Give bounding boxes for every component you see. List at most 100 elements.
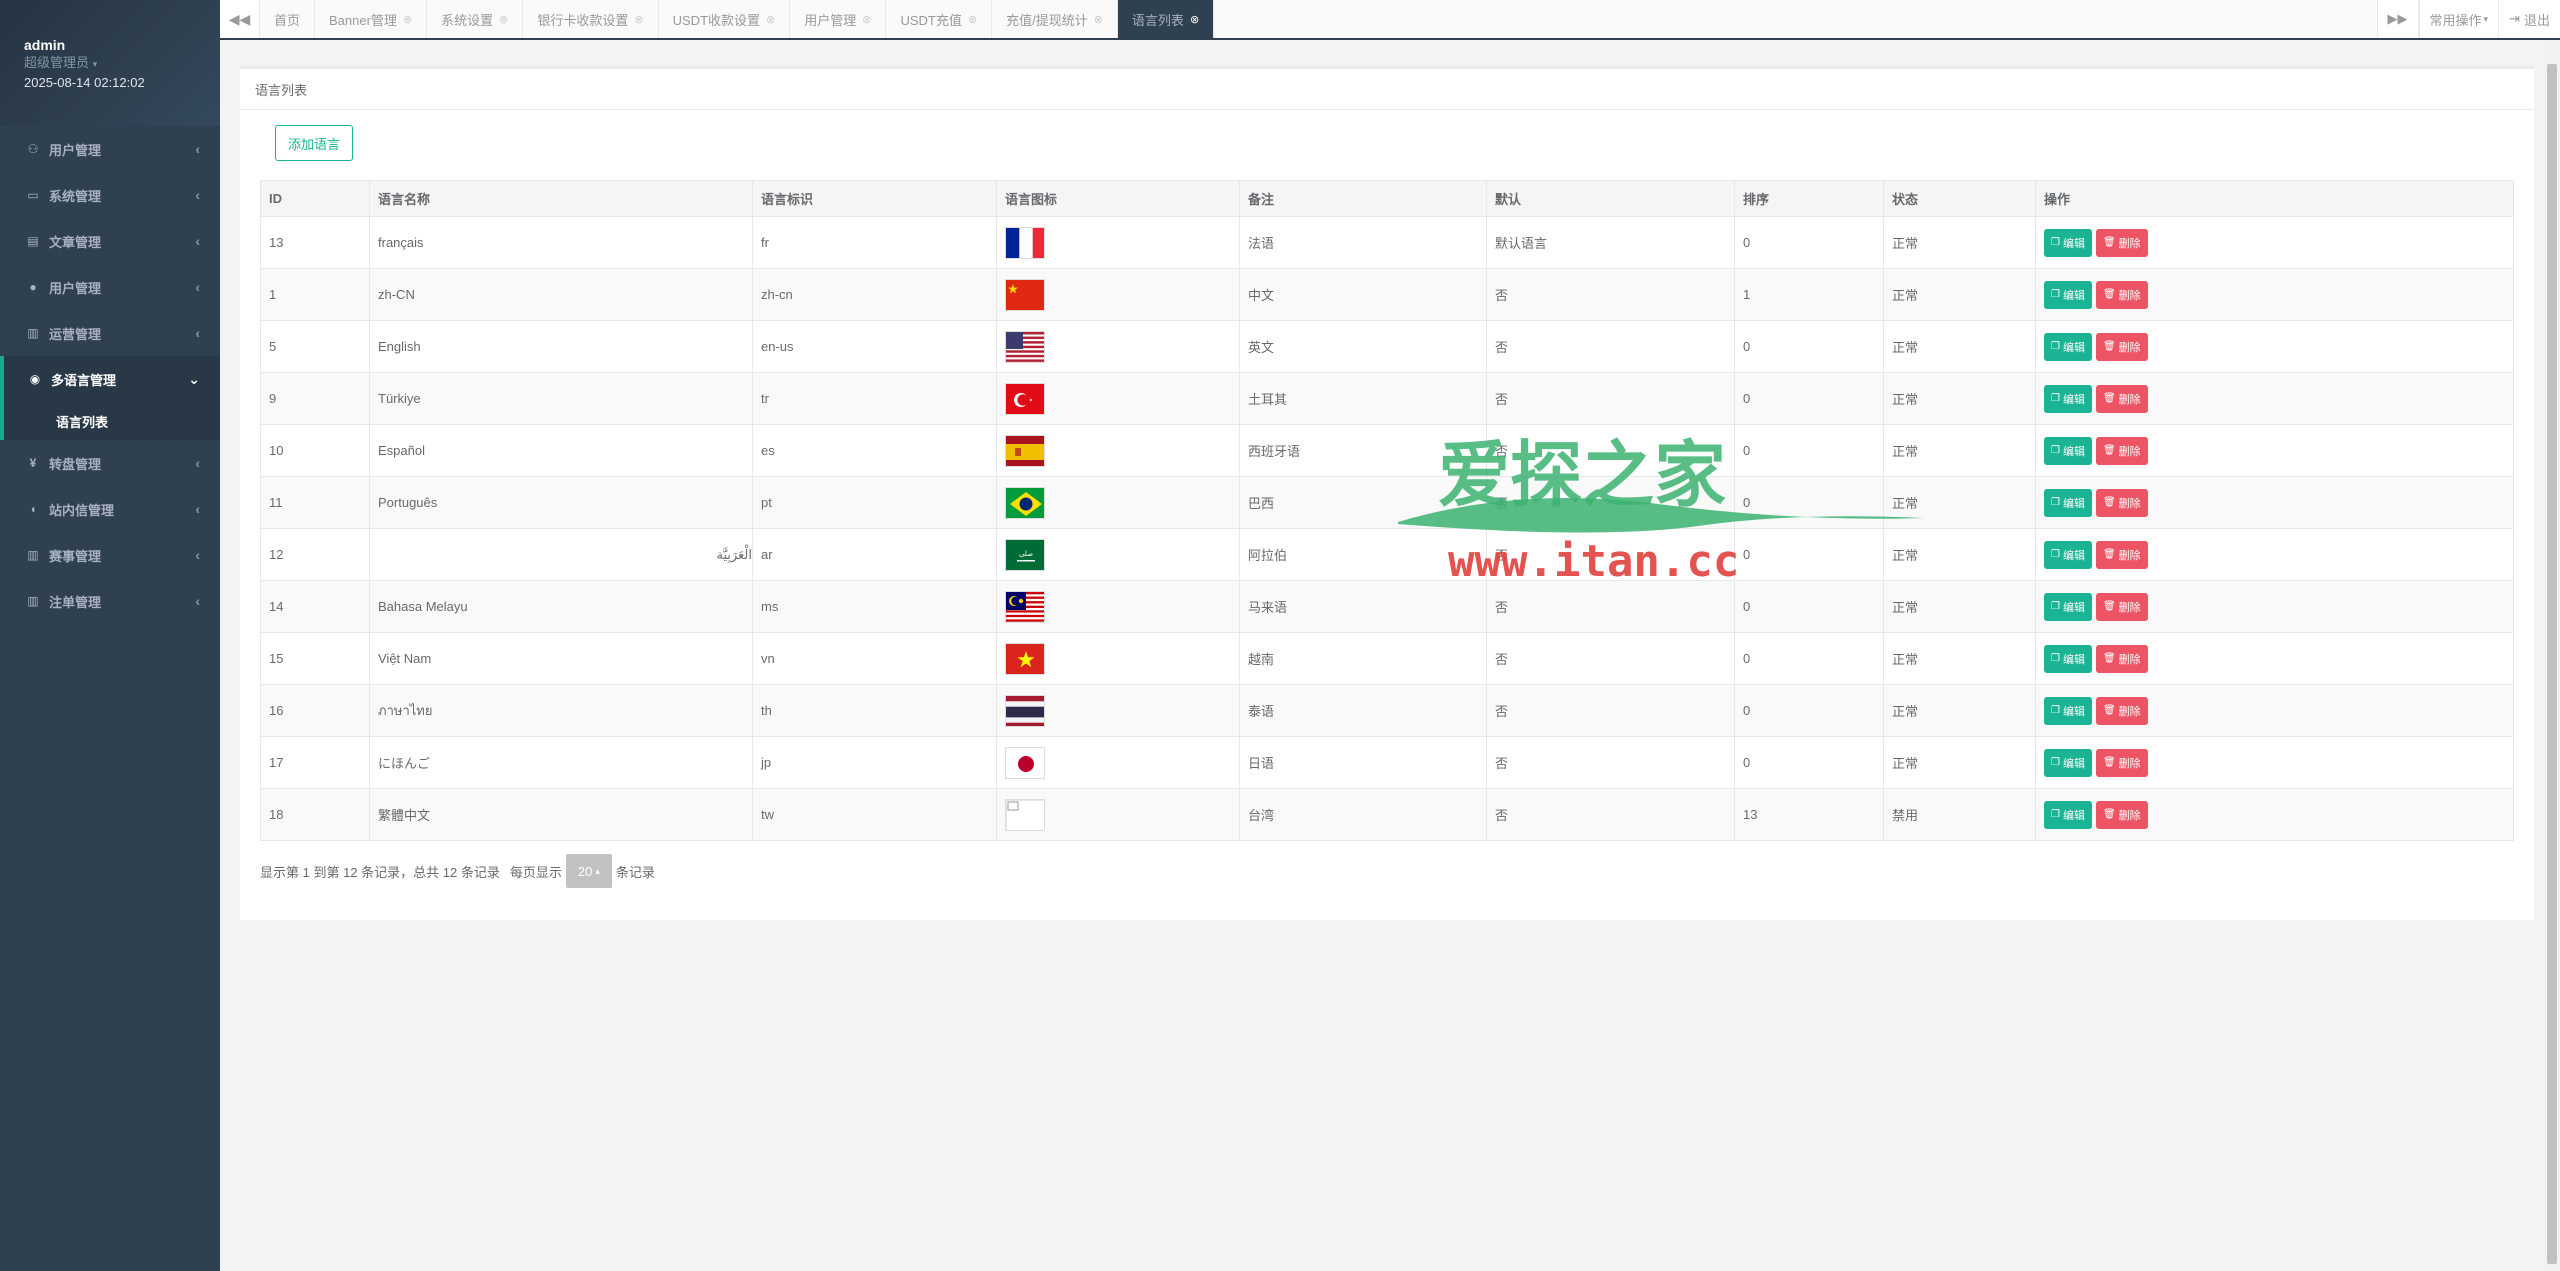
edit-button[interactable]: ❐ 编辑 <box>2044 280 2092 309</box>
flag-cell <box>996 268 1240 321</box>
cell-note: 西班牙语 <box>1239 424 1487 477</box>
flag-cell <box>996 372 1240 425</box>
page-tab[interactable]: 银行卡收款设置 ⊗ <box>523 0 659 38</box>
vn-flag-icon <box>1005 642 1045 675</box>
edit-button[interactable]: ❐ 编辑 <box>2044 332 2092 361</box>
logout-button[interactable]: ⇥ 退出 <box>2498 0 2560 38</box>
page-tab[interactable]: 语言列表 ⊗ <box>1117 0 1215 38</box>
delete-button[interactable]: 🗑 删除 <box>2095 488 2148 517</box>
delete-button[interactable]: 🗑 删除 <box>2095 800 2148 829</box>
delete-button[interactable]: 🗑 删除 <box>2095 384 2148 413</box>
cell-sort: 1 <box>1734 268 1884 321</box>
page-size-dropdown[interactable]: 20 ▴ <box>565 854 612 888</box>
tabs-scroll-right-button[interactable]: ▶▶ <box>2376 0 2419 38</box>
cell-actions: ❐ 编辑 🗑 删除 <box>2035 632 2514 685</box>
edit-button[interactable]: ❐ 编辑 <box>2044 696 2092 725</box>
edit-label: 编辑 <box>2062 601 2085 614</box>
cell-name: français <box>369 216 753 269</box>
page-tab[interactable]: 充值/提现统计 ⊗ <box>992 0 1118 38</box>
cell-id: 10 <box>260 424 370 477</box>
edit-button[interactable]: ❐ 编辑 <box>2044 228 2092 257</box>
delete-button[interactable]: 🗑 删除 <box>2095 540 2148 569</box>
sidebar-item[interactable]: ▥ 运营管理 ‹ <box>0 310 220 356</box>
edit-button[interactable]: ❐ 编辑 <box>2044 540 2092 569</box>
sidebar-subitem[interactable]: 语言列表 <box>4 402 220 440</box>
sidebar-item[interactable]: ⚇ 用户管理 ‹ <box>0 126 220 172</box>
edit-button[interactable]: ❐ 编辑 <box>2044 748 2092 777</box>
trash-icon: 🗑 <box>2102 237 2116 248</box>
add-language-button[interactable]: 添加语言 <box>275 125 354 161</box>
page-tab[interactable]: USDT收款设置 ⊗ <box>659 0 791 38</box>
close-circle-icon[interactable]: ⊗ <box>1190 13 1199 26</box>
sidebar-item[interactable]: ● 用户管理 ‹ <box>0 264 220 310</box>
page-scrollbar[interactable] <box>2544 40 2560 1271</box>
profile-role-dropdown[interactable]: 超级管理员 ▾ <box>24 54 196 73</box>
delete-label: 删除 <box>2118 393 2141 406</box>
forward-icon: ▶▶ <box>2387 11 2408 26</box>
delete-button[interactable]: 🗑 删除 <box>2095 280 2148 309</box>
cell-id: 14 <box>260 580 370 633</box>
sidebar-item-label: 多语言管理 <box>51 372 117 388</box>
sidebar-item[interactable]: ¥ 转盘管理 ‹ <box>0 440 220 486</box>
sidebar-item[interactable]: ▭ 系统管理 ‹ <box>0 172 220 218</box>
edit-button[interactable]: ❐ 编辑 <box>2044 644 2092 673</box>
edit-label: 编辑 <box>2062 705 2085 718</box>
chevron-left-icon: ‹ <box>195 279 200 295</box>
close-circle-icon[interactable]: ⊗ <box>766 13 775 26</box>
sidebar: admin 超级管理员 ▾ 2025-08-14 02:12:02 ⚇ 用户管理 ‹… <box>0 0 220 1271</box>
trash-icon: 🗑 <box>2102 549 2116 560</box>
edit-label: 编辑 <box>2062 549 2085 562</box>
cell-id: 16 <box>260 684 370 737</box>
column-header: ID <box>260 180 370 217</box>
cell-sort: 0 <box>1734 216 1884 269</box>
scrollbar-thumb[interactable] <box>2547 64 2557 1264</box>
delete-button[interactable]: 🗑 删除 <box>2095 644 2148 673</box>
page-tab[interactable]: USDT充值 ⊗ <box>886 0 993 38</box>
cell-default: 否 <box>1486 268 1735 321</box>
edit-button[interactable]: ❐ 编辑 <box>2044 800 2092 829</box>
close-circle-icon[interactable]: ⊗ <box>1094 13 1103 26</box>
backward-icon: ◀◀ <box>228 10 251 27</box>
per-page-suffix: 条记录 <box>615 864 655 880</box>
page-tab[interactable]: 系统设置 ⊗ <box>427 0 524 38</box>
sidebar-item[interactable]: ◉ 多语言管理 ⌄ <box>4 356 220 402</box>
svg-text:صلى: صلى <box>1019 550 1033 558</box>
delete-button[interactable]: 🗑 删除 <box>2095 436 2148 465</box>
trash-icon: 🗑 <box>2102 445 2116 456</box>
copy-icon: ❐ <box>2051 757 2060 768</box>
close-circle-icon[interactable]: ⊗ <box>403 13 412 26</box>
pagination-summary: 显示第 1 到第 12 条记录，总共 12 条记录 <box>260 864 500 880</box>
edit-button[interactable]: ❐ 编辑 <box>2044 488 2092 517</box>
sidebar-item[interactable]: ▤ 文章管理 ‹ <box>0 218 220 264</box>
cell-name: zh-CN <box>369 268 753 321</box>
page-tab[interactable]: 用户管理 ⊗ <box>790 0 887 38</box>
cell-code: ar <box>752 528 997 581</box>
trash-icon: 🗑 <box>2102 705 2116 716</box>
sidebar-group: ▭ 系统管理 ‹ <box>0 172 220 218</box>
close-circle-icon[interactable]: ⊗ <box>634 13 643 26</box>
edit-button[interactable]: ❐ 编辑 <box>2044 384 2092 413</box>
caret-down-icon: ▾ <box>92 59 98 69</box>
cell-name: Türkiye <box>369 372 753 425</box>
delete-button[interactable]: 🗑 删除 <box>2095 592 2148 621</box>
tabs-scroll-left-button[interactable]: ◀◀ <box>220 0 260 38</box>
delete-button[interactable]: 🗑 删除 <box>2095 228 2148 257</box>
edit-button[interactable]: ❐ 编辑 <box>2044 592 2092 621</box>
close-circle-icon[interactable]: ⊗ <box>499 13 508 26</box>
delete-button[interactable]: 🗑 删除 <box>2095 332 2148 361</box>
cell-sort: 0 <box>1734 632 1884 685</box>
close-circle-icon[interactable]: ⊗ <box>862 13 871 26</box>
sidebar-item[interactable]: ▥ 赛事管理 ‹ <box>0 532 220 578</box>
common-ops-dropdown[interactable]: 常用操作 ▾ <box>2418 0 2499 38</box>
cell-default: 否 <box>1486 424 1735 477</box>
edit-button[interactable]: ❐ 编辑 <box>2044 436 2092 465</box>
sidebar-item[interactable]: ▥ 注单管理 ‹ <box>0 578 220 624</box>
sidebar-item-label: 用户管理 <box>49 142 102 158</box>
sidebar-item[interactable]: ◖ 站内信管理 ‹ <box>0 486 220 532</box>
page-tab[interactable]: Banner管理 ⊗ <box>315 0 428 38</box>
cell-status: 正常 <box>1883 372 2036 425</box>
close-circle-icon[interactable]: ⊗ <box>968 13 977 26</box>
page-tab[interactable]: 首页 <box>260 0 316 38</box>
delete-button[interactable]: 🗑 删除 <box>2095 748 2148 777</box>
delete-button[interactable]: 🗑 删除 <box>2095 696 2148 725</box>
